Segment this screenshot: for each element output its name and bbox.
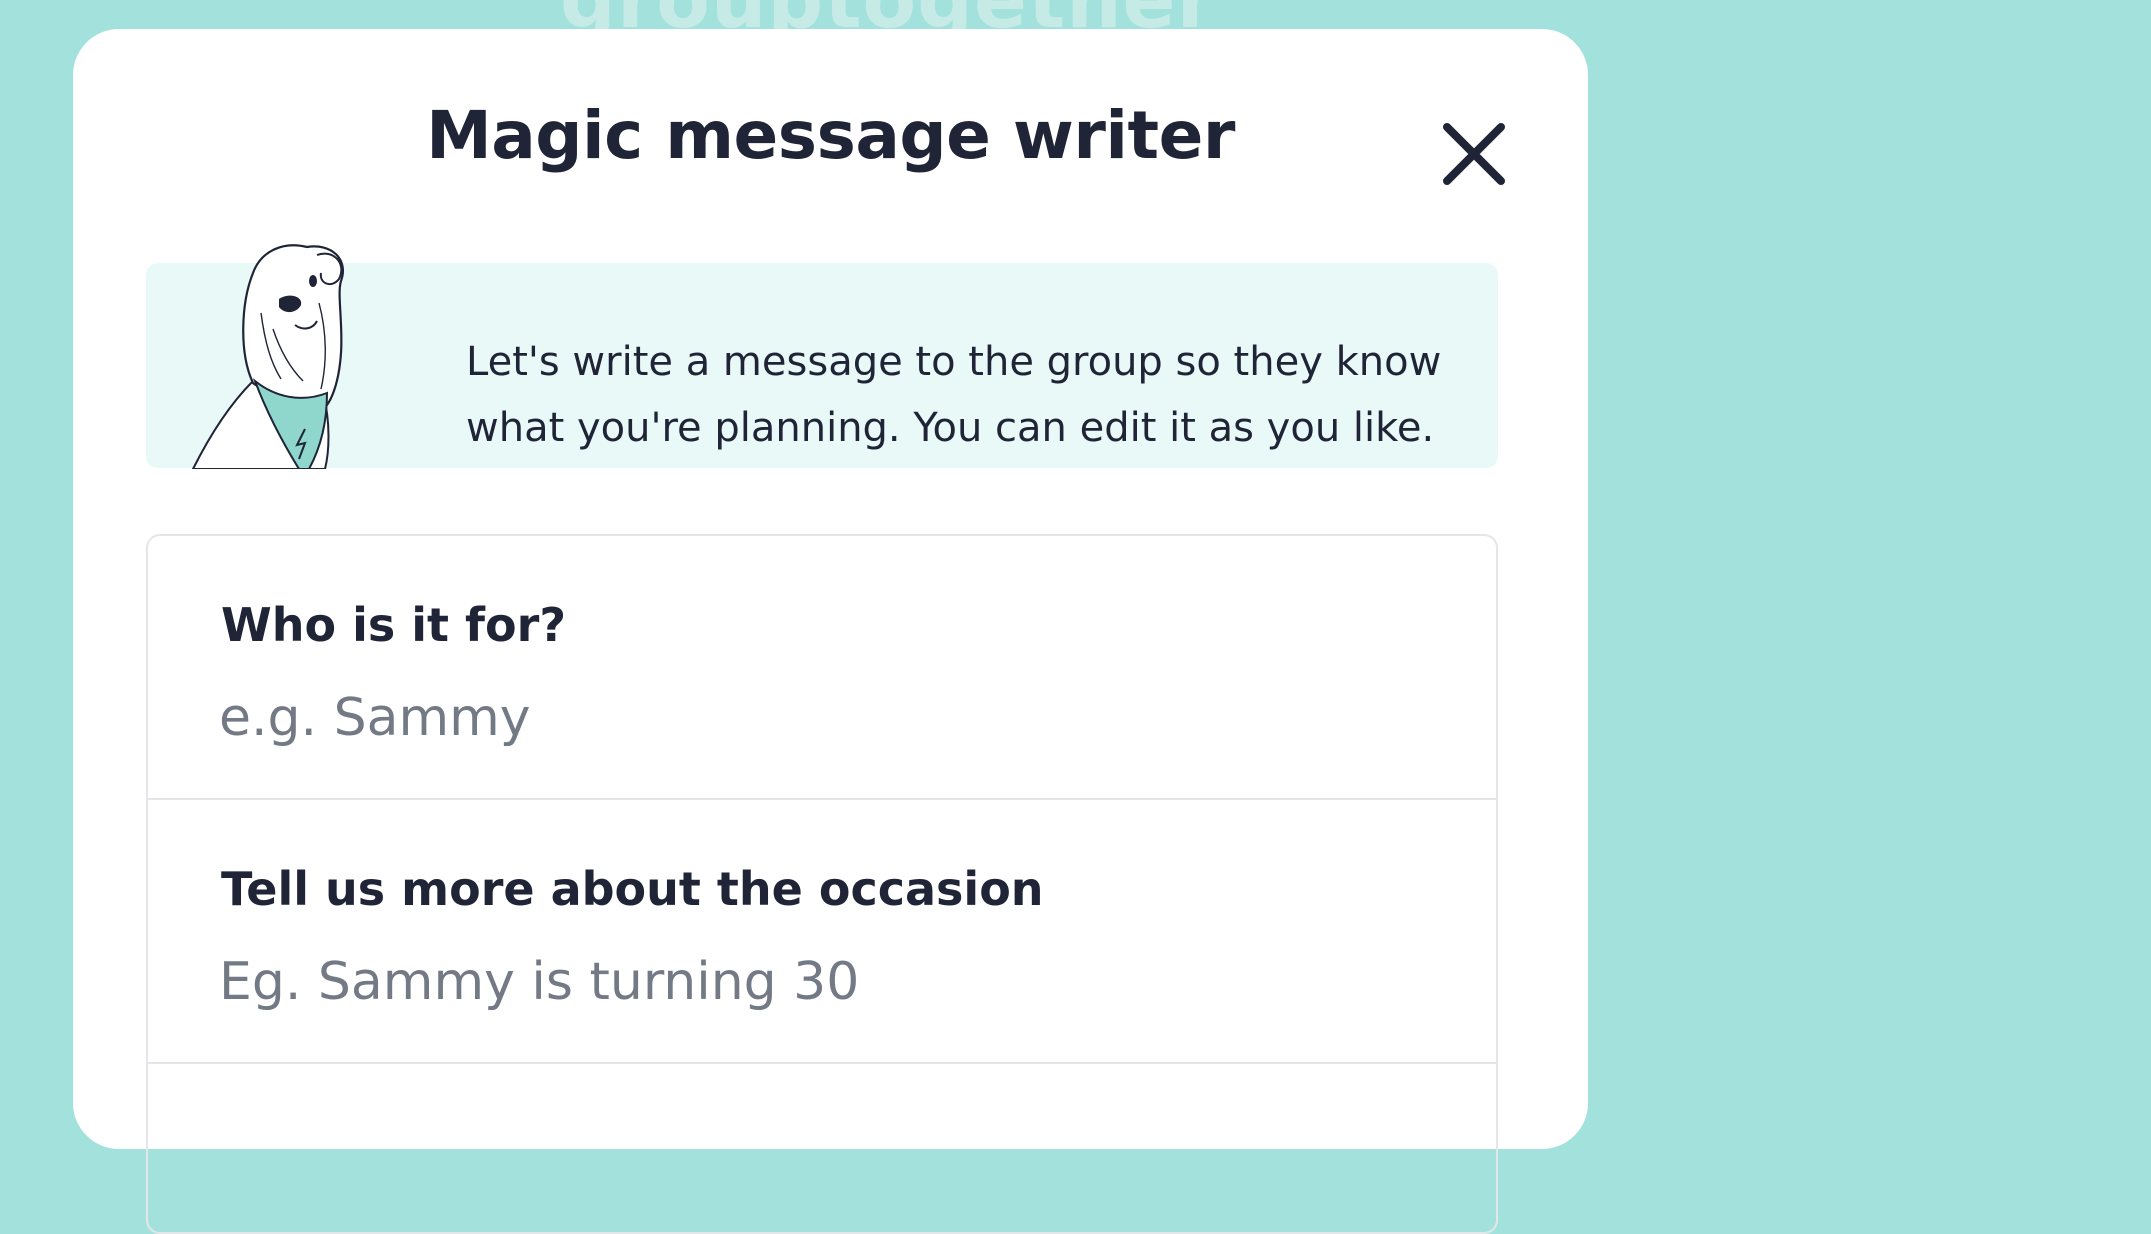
- occasion-label: Tell us more about the occasion: [221, 862, 1044, 916]
- close-button[interactable]: [1433, 113, 1515, 195]
- info-text-line-2: what you're planning. You can edit it as…: [466, 405, 1435, 451]
- close-icon: [1443, 123, 1505, 185]
- recipient-field-group: Who is it for?: [148, 536, 1496, 800]
- magic-message-modal: Magic message writer Let's write a messa…: [73, 29, 1588, 1234]
- dog-mascot-illustration: [191, 244, 344, 469]
- recipient-input[interactable]: [219, 680, 1399, 756]
- info-text: Let's write a message to the group so th…: [466, 329, 1476, 461]
- message-form: Who is it for? Tell us more about the oc…: [146, 534, 1498, 1234]
- info-text-line-1: Let's write a message to the group so th…: [466, 339, 1442, 385]
- occasion-input[interactable]: [219, 944, 1399, 1020]
- occasion-field-group: Tell us more about the occasion: [148, 800, 1496, 1064]
- recipient-label: Who is it for?: [221, 598, 567, 652]
- modal-title: Magic message writer: [426, 97, 1235, 174]
